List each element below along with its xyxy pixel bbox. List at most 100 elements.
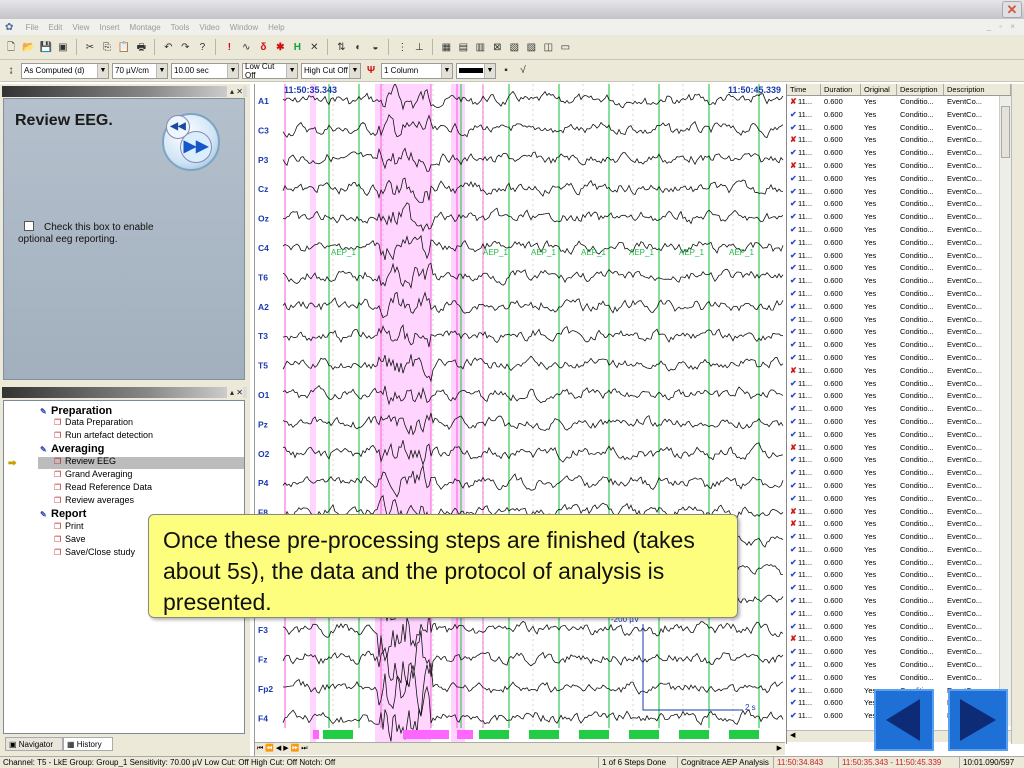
- rejected-icon[interactable]: ✘: [790, 160, 798, 173]
- cut-icon[interactable]: ✂: [83, 40, 97, 55]
- accepted-icon[interactable]: ✔: [790, 403, 798, 416]
- export-icon[interactable]: ▥: [473, 40, 487, 55]
- accepted-icon[interactable]: ✔: [790, 685, 798, 698]
- undo-icon[interactable]: ↶: [161, 40, 175, 55]
- table-row[interactable]: ✘11... 0.600 Yes Conditio... EventCo...: [787, 506, 999, 519]
- waveform-icon[interactable]: ∿: [239, 40, 253, 55]
- tab-navigator[interactable]: ▣ Navigator: [5, 737, 63, 751]
- protocol-step[interactable]: ❐ Save/Close study: [54, 547, 135, 557]
- interval-icon[interactable]: H: [290, 40, 304, 55]
- accepted-icon[interactable]: ✔: [790, 314, 798, 327]
- menu-insert[interactable]: Insert: [95, 20, 125, 32]
- accepted-icon[interactable]: ✔: [790, 186, 798, 199]
- table-row[interactable]: ✔11...0.600YesConditio...EventCo...: [787, 122, 999, 135]
- table-row[interactable]: ✔11...0.600YesConditio...EventCo...: [787, 224, 999, 237]
- table-row[interactable]: ✘11... 0.600 Yes Conditio... EventCo...: [787, 442, 999, 455]
- accepted-icon[interactable]: ✔: [790, 339, 798, 352]
- events-vertical-scrollbar[interactable]: [999, 96, 1011, 726]
- table-row[interactable]: ✔11...0.600YesConditio...EventCo...: [787, 659, 999, 672]
- window-controls[interactable]: _ ▫ ×: [987, 22, 1018, 31]
- col-description-2[interactable]: Description: [944, 84, 1011, 95]
- accepted-icon[interactable]: ✔: [790, 275, 798, 288]
- table-row[interactable]: ✔11...0.600YesConditio...EventCo...: [787, 672, 999, 685]
- channel-label[interactable]: Fz: [258, 655, 267, 665]
- table-row[interactable]: ✔11...0.600YesConditio...EventCo...: [787, 429, 999, 442]
- channel-label[interactable]: C4: [258, 243, 269, 253]
- accepted-icon[interactable]: ✔: [790, 390, 798, 403]
- pane-controls[interactable]: ▴ ✕: [227, 387, 243, 398]
- table-row[interactable]: ✔11...0.600YesConditio...EventCo...: [787, 326, 999, 339]
- table-row[interactable]: ✘11... 0.600 Yes Conditio... EventCo...: [787, 96, 999, 109]
- high-cut-select[interactable]: High Cut Off ▼: [301, 62, 361, 79]
- table-row[interactable]: ✘11... 0.600 Yes Conditio... EventCo...: [787, 134, 999, 147]
- accepted-icon[interactable]: ✔: [790, 109, 798, 122]
- table-row[interactable]: ✘11... 0.600 Yes Conditio... EventCo...: [787, 365, 999, 378]
- menu-montage[interactable]: Montage: [125, 20, 166, 32]
- color-icon[interactable]: ◐: [351, 40, 365, 55]
- line-color-select[interactable]: ▼: [456, 62, 496, 79]
- accepted-icon[interactable]: ✔: [790, 288, 798, 301]
- save-all-icon[interactable]: ▣: [56, 40, 70, 55]
- accepted-icon[interactable]: ✔: [790, 352, 798, 365]
- accepted-icon[interactable]: ✔: [790, 454, 798, 467]
- table-row[interactable]: ✔11...0.600YesConditio...EventCo...: [787, 275, 999, 288]
- next-step-icon[interactable]: ▶▶: [180, 131, 212, 163]
- table-row[interactable]: ✔11...0.600YesConditio...EventCo...: [787, 198, 999, 211]
- event-bar[interactable]: [629, 730, 659, 739]
- screenshot-icon[interactable]: ⊠: [490, 40, 504, 55]
- accepted-icon[interactable]: ✔: [790, 493, 798, 506]
- event-bar[interactable]: [479, 730, 509, 739]
- table-row[interactable]: ✔11...0.600YesConditio...EventCo...: [787, 646, 999, 659]
- low-cut-select[interactable]: Low Cut Off ▼: [242, 62, 298, 80]
- fill-icon[interactable]: ◒: [368, 40, 382, 55]
- protocol-step[interactable]: ❐ Review EEG: [54, 456, 116, 466]
- table-row[interactable]: ✔11...0.600YesConditio...EventCo...: [787, 262, 999, 275]
- menu-window[interactable]: Window: [225, 20, 263, 32]
- mark-event-icon[interactable]: !: [222, 40, 236, 55]
- redo-icon[interactable]: ↷: [178, 40, 192, 55]
- sensitivity-select[interactable]: 70 µV/cm ▼: [112, 62, 168, 79]
- table-row[interactable]: ✔11...0.600YesConditio...EventCo...: [787, 173, 999, 186]
- notch-filter-icon[interactable]: Ψ: [364, 63, 378, 78]
- accepted-icon[interactable]: ✔: [790, 544, 798, 557]
- table-row[interactable]: ✔11...0.600YesConditio...EventCo...: [787, 314, 999, 327]
- accepted-icon[interactable]: ✔: [790, 211, 798, 224]
- table-row[interactable]: ✔11...0.600YesConditio...EventCo...: [787, 403, 999, 416]
- table-row[interactable]: ✔11...0.600YesConditio...EventCo...: [787, 621, 999, 634]
- eeg-horizontal-scrollbar[interactable]: ⏮ ⏪ ◀ ▶ ⏩ ⏭ ▶: [255, 742, 785, 755]
- table-row[interactable]: ✔11...0.600YesConditio...EventCo...: [787, 109, 999, 122]
- menu-video[interactable]: Video: [194, 20, 224, 32]
- table-row[interactable]: ✔11...0.600YesConditio...EventCo...: [787, 467, 999, 480]
- eeg-trace-view[interactable]: A1C3P3CzOzC4T6A2T3T5O1PzO2P4F8F7T4Fp1F3F…: [254, 84, 785, 756]
- protocol-step[interactable]: ❐ Run artefact detection: [54, 430, 153, 440]
- accepted-icon[interactable]: ✔: [790, 582, 798, 595]
- table-row[interactable]: ✔11...0.600YesConditio...EventCo...: [787, 531, 999, 544]
- table-row[interactable]: ✘11... 0.600 Yes Conditio... EventCo...: [787, 518, 999, 531]
- new-document-icon[interactable]: 🗋: [4, 40, 18, 55]
- previous-slide-button[interactable]: [874, 689, 934, 751]
- accepted-icon[interactable]: ✔: [790, 467, 798, 480]
- protocol-step[interactable]: ❐ Review averages: [54, 495, 134, 505]
- channels-icon[interactable]: ⋮: [395, 40, 409, 55]
- channel-label[interactable]: P4: [258, 478, 269, 488]
- pane-controls[interactable]: ▴ ✕: [227, 86, 243, 97]
- save-icon[interactable]: 💾: [38, 40, 52, 55]
- table-row[interactable]: ✔11...0.600YesConditio...EventCo...: [787, 301, 999, 314]
- channel-label[interactable]: T3: [258, 331, 268, 341]
- channel-label[interactable]: Pz: [258, 419, 268, 429]
- accepted-icon[interactable]: ✔: [790, 416, 798, 429]
- apply-check[interactable]: √: [516, 63, 530, 78]
- menu-file[interactable]: File: [21, 20, 44, 32]
- clear-marks-icon[interactable]: ✕: [307, 40, 321, 55]
- accepted-icon[interactable]: ✔: [790, 122, 798, 135]
- channel-label[interactable]: F3: [258, 625, 268, 635]
- copy-icon[interactable]: ⎘: [100, 40, 114, 55]
- accepted-icon[interactable]: ✔: [790, 198, 798, 211]
- event-bar[interactable]: [403, 730, 449, 739]
- table-row[interactable]: ✔11...0.600YesConditio...EventCo...: [787, 480, 999, 493]
- options-icon[interactable]: ▪: [499, 63, 513, 78]
- accepted-icon[interactable]: ✔: [790, 569, 798, 582]
- accepted-icon[interactable]: ✔: [790, 237, 798, 250]
- channel-label[interactable]: F4: [258, 713, 268, 723]
- menu-edit[interactable]: Edit: [44, 20, 68, 32]
